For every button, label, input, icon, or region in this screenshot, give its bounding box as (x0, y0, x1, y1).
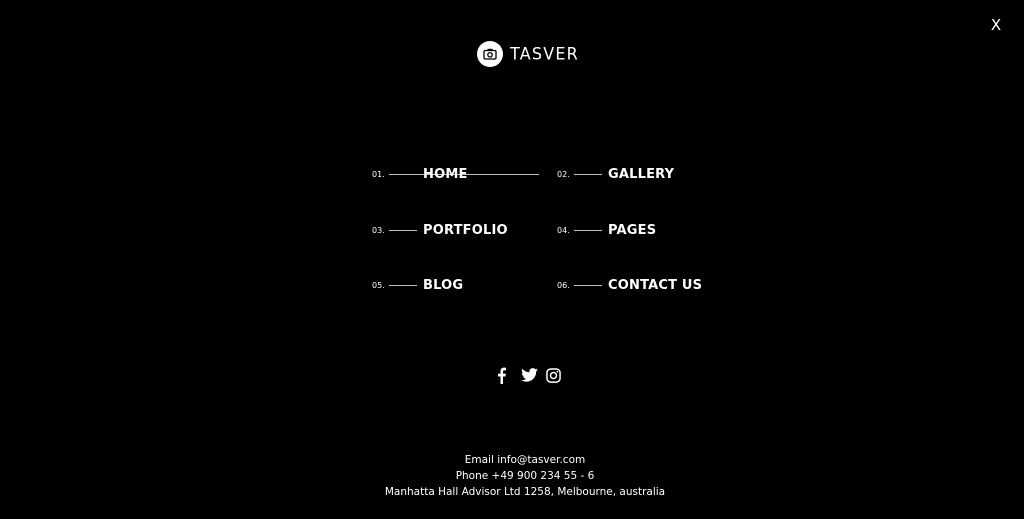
contact-info: Email info@tasver.com Phone +49 900 234 … (0, 452, 1024, 500)
close-button[interactable]: X (988, 14, 1004, 36)
menu-divider-line (389, 284, 417, 286)
contact-phone[interactable]: Phone +49 900 234 55 - 6 (0, 468, 1024, 484)
menu-label: CONTACT US (608, 277, 703, 293)
menu-number: 06. (557, 280, 570, 290)
menu-number: 05. (372, 280, 385, 290)
fullscreen-menu-overlay: X TASVER 01. HOME 02. GALLERY 03. PORTFO… (0, 0, 1024, 519)
menu-item-home[interactable]: 01. HOME (372, 164, 539, 184)
camera-icon (477, 40, 503, 67)
menu-item-blog[interactable]: 05. BLOG (372, 275, 463, 295)
menu-label: PORTFOLIO (423, 222, 508, 238)
menu-number: 04. (557, 225, 570, 235)
contact-email[interactable]: Email info@tasver.com (0, 452, 1024, 468)
menu-item-contact-us[interactable]: 06. CONTACT US (557, 275, 702, 295)
menu-item-pages[interactable]: 04. PAGES (557, 220, 656, 240)
menu-item-portfolio[interactable]: 03. PORTFOLIO (372, 220, 508, 240)
menu-divider-line (574, 173, 602, 175)
menu-number: 03. (372, 225, 385, 235)
brand-logo[interactable]: TASVER (477, 40, 579, 67)
menu-label: PAGES (608, 222, 657, 238)
menu-label: HOME (423, 166, 468, 182)
twitter-icon[interactable] (518, 366, 540, 384)
menu-number: 01. (372, 169, 385, 179)
menu-item-gallery[interactable]: 02. GALLERY (557, 164, 674, 184)
menu-divider-line (574, 284, 602, 286)
social-links (494, 366, 562, 384)
contact-address: Manhatta Hall Advisor Ltd 1258, Melbourn… (384, 486, 666, 498)
brand-name: TASVER (510, 43, 580, 64)
menu-number: 02. (557, 169, 570, 179)
instagram-icon[interactable] (544, 366, 562, 384)
menu-label: BLOG (423, 277, 464, 293)
facebook-icon[interactable] (494, 366, 508, 384)
menu-divider-line (389, 229, 417, 231)
menu-label: GALLERY (608, 166, 675, 182)
menu-divider-line (574, 229, 602, 231)
